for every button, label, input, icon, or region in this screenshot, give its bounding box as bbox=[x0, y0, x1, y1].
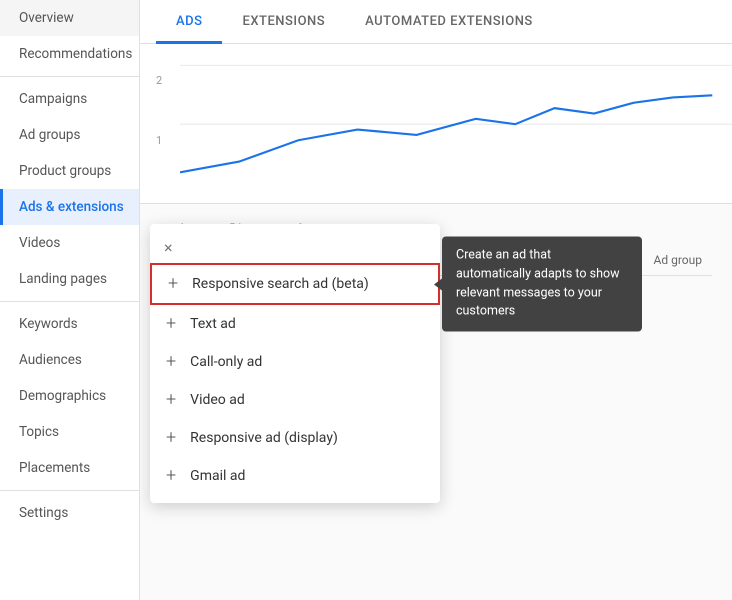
plus-icon-responsive-search: + bbox=[168, 275, 178, 293]
dropdown-item-gmail-ad[interactable]: + Gmail ad bbox=[150, 457, 440, 495]
sidebar-item-ad-groups[interactable]: Ad groups bbox=[0, 117, 139, 153]
dropdown-item-label-gmail-ad: Gmail ad bbox=[190, 468, 245, 484]
ad-type-dropdown: × + Responsive search ad (beta) Create a… bbox=[150, 224, 440, 503]
dropdown-item-label-responsive-search: Responsive search ad (beta) bbox=[192, 276, 369, 292]
sidebar-item-landing-pages[interactable]: Landing pages bbox=[0, 261, 139, 297]
sidebar-item-campaigns[interactable]: Campaigns bbox=[0, 81, 139, 117]
dropdown-item-call-only[interactable]: + Call-only ad bbox=[150, 343, 440, 381]
content-area: oval status: Disapproved Campaign Ad gro… bbox=[140, 204, 732, 600]
dropdown-item-responsive-display[interactable]: + Responsive ad (display) bbox=[150, 419, 440, 457]
sidebar-item-demographics[interactable]: Demographics bbox=[0, 378, 139, 414]
dropdown-item-label-responsive-display: Responsive ad (display) bbox=[190, 430, 338, 446]
chart-y-label-2: 2 bbox=[156, 74, 162, 87]
dropdown-close-button[interactable]: × bbox=[150, 232, 440, 263]
sidebar-item-topics[interactable]: Topics bbox=[0, 414, 139, 450]
plus-icon-call-only: + bbox=[166, 353, 176, 371]
sidebar-item-overview[interactable]: Overview bbox=[0, 0, 139, 36]
sidebar: Overview Recommendations Campaigns Ad gr… bbox=[0, 0, 140, 600]
sidebar-item-keywords[interactable]: Keywords bbox=[0, 306, 139, 342]
sidebar-divider-2 bbox=[0, 301, 139, 302]
dropdown-item-label-video-ad: Video ad bbox=[190, 392, 245, 408]
sidebar-divider-1 bbox=[0, 76, 139, 77]
sidebar-item-recommendations[interactable]: Recommendations bbox=[0, 36, 139, 72]
dropdown-item-text-ad[interactable]: + Text ad bbox=[150, 305, 440, 343]
chart-area: 2 1 bbox=[140, 44, 732, 204]
sidebar-item-settings[interactable]: Settings bbox=[0, 495, 139, 531]
sidebar-item-audiences[interactable]: Audiences bbox=[0, 342, 139, 378]
dropdown-item-video-ad[interactable]: + Video ad bbox=[150, 381, 440, 419]
tab-ads[interactable]: ADS bbox=[156, 0, 222, 44]
chart-line bbox=[180, 44, 732, 183]
dropdown-item-label-text-ad: Text ad bbox=[190, 316, 236, 332]
chart-y-label-1: 1 bbox=[156, 134, 162, 147]
column-header-campaign: Campaign bbox=[519, 253, 573, 267]
sidebar-item-videos[interactable]: Videos bbox=[0, 225, 139, 261]
sidebar-item-ads-extensions[interactable]: Ads & extensions bbox=[0, 189, 139, 225]
main-content: ADS EXTENSIONS AUTOMATED EXTENSIONS 2 1 … bbox=[140, 0, 732, 600]
dropdown-item-label-call-only: Call-only ad bbox=[190, 354, 262, 370]
plus-icon-video-ad: + bbox=[166, 391, 176, 409]
column-header-adgroup: Ad group bbox=[654, 253, 702, 267]
sidebar-divider-3 bbox=[0, 490, 139, 491]
tab-extensions[interactable]: EXTENSIONS bbox=[222, 0, 345, 44]
tab-automated-extensions[interactable]: AUTOMATED EXTENSIONS bbox=[345, 0, 553, 44]
plus-icon-responsive-display: + bbox=[166, 429, 176, 447]
plus-icon-text-ad: + bbox=[166, 315, 176, 333]
plus-icon-gmail-ad: + bbox=[166, 467, 176, 485]
dropdown-item-responsive-search[interactable]: + Responsive search ad (beta) Create an … bbox=[150, 263, 440, 305]
tab-bar: ADS EXTENSIONS AUTOMATED EXTENSIONS bbox=[140, 0, 732, 44]
sidebar-item-product-groups[interactable]: Product groups bbox=[0, 153, 139, 189]
sidebar-item-placements[interactable]: Placements bbox=[0, 450, 139, 486]
